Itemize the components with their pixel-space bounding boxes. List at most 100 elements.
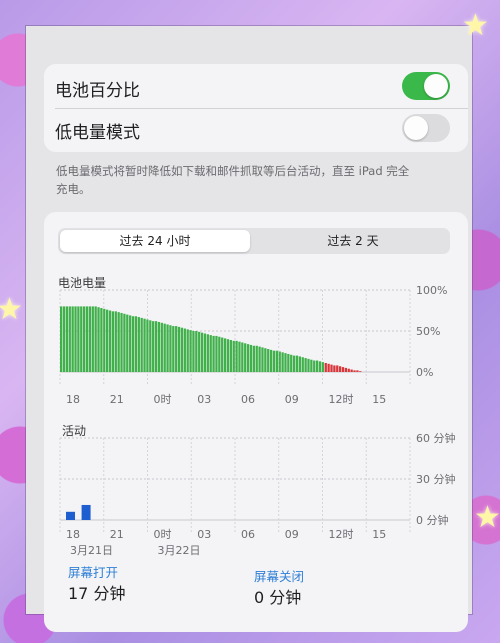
battery-bar bbox=[330, 364, 333, 372]
battery-bar bbox=[94, 306, 97, 372]
battery-bar bbox=[85, 306, 89, 372]
star-decoration: ★ bbox=[462, 8, 489, 43]
battery-bar bbox=[177, 326, 181, 372]
battery-bar bbox=[321, 362, 325, 372]
battery-bar bbox=[341, 367, 345, 372]
battery-bar bbox=[284, 353, 287, 372]
battery-bar bbox=[315, 360, 319, 372]
battery-bar bbox=[272, 350, 276, 372]
battery-bar bbox=[108, 310, 112, 372]
battery-bar bbox=[298, 356, 301, 372]
low-power-mode-toggle[interactable] bbox=[402, 114, 450, 142]
battery-bar bbox=[186, 329, 189, 372]
battery-bar bbox=[218, 336, 221, 372]
battery-bar bbox=[313, 360, 316, 372]
battery-bar bbox=[137, 317, 140, 372]
battery-bar bbox=[350, 369, 353, 372]
battery-bar bbox=[304, 358, 307, 372]
battery-bar bbox=[97, 307, 100, 372]
battery-bar bbox=[232, 340, 235, 372]
toggle-knob bbox=[404, 116, 428, 140]
activity-x-tick-label: 0时 bbox=[154, 528, 172, 541]
battery-percentage-label: 电池百分比 bbox=[55, 81, 140, 101]
activity-y-tick-label: 30 分钟 bbox=[416, 472, 456, 486]
battery-bar bbox=[114, 311, 117, 372]
battery-bar bbox=[267, 349, 270, 372]
screen-off-label: 屏幕关闭 bbox=[254, 569, 305, 584]
battery-bar bbox=[68, 306, 71, 372]
time-range-segmented-control: 过去 24 小时 过去 2 天 bbox=[58, 228, 450, 254]
battery-bar bbox=[238, 341, 241, 372]
battery-x-tick-label: 21 bbox=[110, 393, 124, 406]
battery-bar bbox=[60, 306, 63, 372]
battery-bar bbox=[336, 365, 339, 372]
battery-bar bbox=[198, 331, 201, 372]
battery-level-chart: 100% 50% 0% 18 21 0时 03 06 09 12时 15 bbox=[59, 284, 447, 406]
divider bbox=[55, 108, 468, 109]
battery-bar bbox=[246, 344, 250, 372]
battery-bar bbox=[287, 353, 290, 372]
battery-bar bbox=[301, 357, 304, 372]
battery-bar bbox=[106, 309, 109, 372]
battery-bar bbox=[91, 306, 94, 372]
activity-x-tick-label: 09 bbox=[285, 528, 299, 541]
activity-date-label: 3月22日 bbox=[158, 544, 201, 557]
battery-x-tick-label: 09 bbox=[285, 393, 299, 406]
battery-bar bbox=[324, 362, 327, 372]
battery-bar bbox=[169, 325, 172, 372]
battery-bar bbox=[100, 308, 103, 372]
battery-bar bbox=[353, 370, 356, 372]
activity-x-tick-label: 03 bbox=[197, 528, 211, 541]
battery-bar bbox=[209, 335, 212, 372]
battery-bar bbox=[154, 321, 158, 372]
usage-card: 过去 24 小时 过去 2 天 电池电量 100% 50% 0% 18 21 0时 03 06… bbox=[44, 212, 468, 632]
activity-x-tick-label: 12时 bbox=[329, 528, 354, 541]
low-power-mode-label: 低电量模式 bbox=[55, 123, 140, 143]
battery-bar bbox=[123, 313, 126, 372]
battery-bar bbox=[189, 330, 192, 372]
battery-bar bbox=[140, 317, 143, 372]
battery-bar bbox=[83, 306, 86, 372]
battery-bar bbox=[255, 345, 258, 372]
battery-percentage-row: 电池百分比 bbox=[44, 68, 468, 106]
battery-bar bbox=[175, 326, 178, 372]
battery-bar bbox=[359, 371, 362, 372]
star-decoration: ★ bbox=[0, 292, 23, 327]
battery-percentage-toggle[interactable] bbox=[402, 72, 450, 100]
battery-bar bbox=[229, 340, 232, 372]
battery-bar bbox=[261, 347, 264, 372]
activity-x-tick-label: 06 bbox=[241, 528, 255, 541]
battery-bar bbox=[143, 318, 146, 372]
battery-y-tick-label: 50% bbox=[416, 325, 440, 338]
battery-bar bbox=[258, 346, 261, 372]
battery-bar bbox=[241, 342, 244, 372]
battery-bar bbox=[166, 324, 169, 372]
star-decoration: ★ bbox=[474, 500, 500, 535]
activity-bar bbox=[81, 504, 91, 520]
battery-bar bbox=[195, 331, 198, 372]
battery-bar bbox=[183, 328, 186, 372]
battery-bar bbox=[134, 316, 138, 372]
battery-bar bbox=[275, 350, 278, 372]
battery-bar bbox=[203, 333, 207, 372]
battery-x-tick-label: 12时 bbox=[329, 393, 354, 406]
tab-last-24-hours[interactable]: 过去 24 小时 bbox=[60, 230, 250, 252]
battery-bar bbox=[344, 367, 348, 372]
low-power-footnote: 低电量模式将暂时降低如下载和邮件抓取等后台活动，直至 iPad 完全充电。 bbox=[56, 164, 410, 196]
battery-bar bbox=[88, 306, 92, 372]
battery-bar bbox=[120, 312, 123, 372]
battery-bar bbox=[157, 321, 161, 372]
battery-bar bbox=[310, 359, 313, 372]
activity-date-label: 3月21日 bbox=[70, 544, 113, 557]
battery-bar bbox=[62, 306, 66, 372]
battery-bar bbox=[212, 335, 215, 372]
screen-on-value: 17 分钟 bbox=[68, 584, 126, 603]
battery-bar bbox=[307, 358, 310, 372]
battery-bar bbox=[318, 361, 322, 372]
battery-bar bbox=[356, 370, 359, 372]
battery-bar bbox=[80, 306, 83, 372]
tab-last-2-days[interactable]: 过去 2 天 bbox=[258, 230, 448, 252]
battery-bar bbox=[281, 352, 284, 372]
toggle-knob bbox=[424, 74, 448, 98]
battery-bar bbox=[206, 334, 209, 372]
